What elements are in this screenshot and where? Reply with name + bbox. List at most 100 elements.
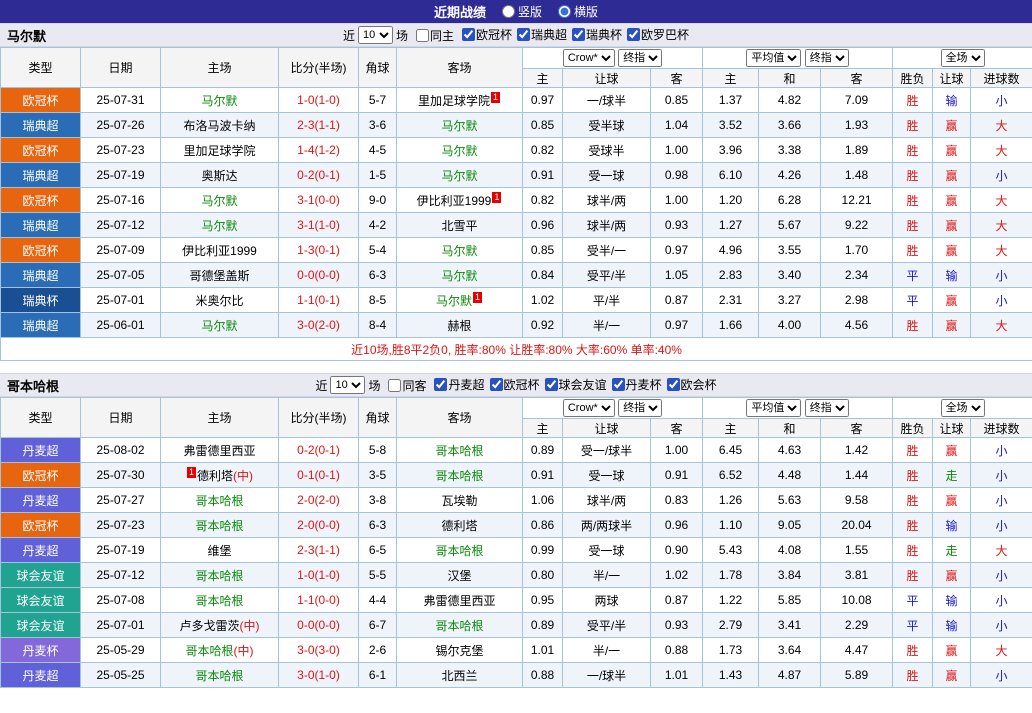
team-link[interactable]: 弗雷德里西亚	[183, 444, 255, 458]
team-link[interactable]: 马尔默	[441, 244, 477, 258]
team-link[interactable]: 哥本哈根	[435, 444, 483, 458]
home-team[interactable]: 米奥尔比	[161, 288, 279, 313]
away-team[interactable]: 哥本哈根	[397, 438, 523, 463]
score[interactable]: 0-2(0-1)	[279, 163, 359, 188]
team-link[interactable]: 马尔默	[201, 194, 237, 208]
away-team[interactable]: 汉堡	[397, 563, 523, 588]
team-link[interactable]: 赫根	[447, 319, 471, 333]
team-link[interactable]: 马尔默	[441, 144, 477, 158]
away-team[interactable]: 哥本哈根	[397, 538, 523, 563]
team-link[interactable]: 哥本哈根	[195, 594, 243, 608]
vertical-radio[interactable]	[502, 5, 515, 18]
layout-horizontal-option[interactable]: 横版	[558, 3, 598, 20]
home-team[interactable]: 哥本哈根	[161, 588, 279, 613]
team-link[interactable]: 马尔默	[441, 269, 477, 283]
asia-period-select[interactable]: 终指	[618, 49, 662, 67]
home-team[interactable]: 哥本哈根(中)	[161, 638, 279, 663]
team-link[interactable]: 伊比利亚1999	[182, 244, 257, 258]
score[interactable]: 0-1(0-1)	[279, 463, 359, 488]
score[interactable]: 0-0(0-0)	[279, 263, 359, 288]
home-team[interactable]: 哥本哈根	[161, 563, 279, 588]
home-team[interactable]: 哥德堡盖斯	[161, 263, 279, 288]
team-link[interactable]: 里加足球学院	[183, 144, 255, 158]
home-team[interactable]: 马尔默	[161, 88, 279, 113]
away-team[interactable]: 马尔默1	[397, 288, 523, 313]
away-team[interactable]: 北雪平	[397, 213, 523, 238]
home-team[interactable]: 维堡	[161, 538, 279, 563]
home-team[interactable]: 1德利塔(中)	[161, 463, 279, 488]
team-link[interactable]: 哥本哈根	[435, 544, 483, 558]
league-filter[interactable]: 球会友谊	[540, 376, 607, 393]
team-link[interactable]: 卢多戈雷茨	[179, 619, 239, 633]
away-team[interactable]: 马尔默	[397, 263, 523, 288]
team-link[interactable]: 哥本哈根	[195, 494, 243, 508]
asia-company-select[interactable]: Crow*	[563, 399, 615, 417]
away-team[interactable]: 马尔默	[397, 138, 523, 163]
away-team[interactable]: 哥本哈根	[397, 613, 523, 638]
league-filter[interactable]: 欧会杯	[662, 376, 717, 393]
layout-vertical-option[interactable]: 竖版	[502, 3, 542, 20]
team-link[interactable]: 瓦埃勒	[441, 494, 477, 508]
team-link[interactable]: 弗雷德里西亚	[423, 594, 495, 608]
team-link[interactable]: 布洛马波卡纳	[183, 119, 255, 133]
league-filter[interactable]: 丹麦杯	[607, 376, 662, 393]
league-filter[interactable]: 欧罗巴杯	[622, 26, 689, 43]
score[interactable]: 3-1(0-0)	[279, 188, 359, 213]
league-filter-checkbox[interactable]	[627, 28, 640, 41]
score[interactable]: 2-3(1-1)	[279, 538, 359, 563]
fulltime-select[interactable]: 全场	[941, 399, 985, 417]
score[interactable]: 2-0(2-0)	[279, 488, 359, 513]
league-filter-checkbox[interactable]	[612, 378, 625, 391]
same-venue-checkbox[interactable]	[416, 29, 429, 42]
match-count-select[interactable]: 10	[330, 376, 365, 394]
score[interactable]: 1-0(1-0)	[279, 88, 359, 113]
team-link[interactable]: 伊比利亚1999	[417, 194, 492, 208]
score[interactable]: 3-0(3-0)	[279, 638, 359, 663]
home-team[interactable]: 马尔默	[161, 313, 279, 338]
score[interactable]: 0-2(0-1)	[279, 438, 359, 463]
asia-period-select[interactable]: 终指	[618, 399, 662, 417]
match-count-select[interactable]: 10	[358, 26, 393, 44]
horizontal-radio[interactable]	[558, 5, 571, 18]
home-team[interactable]: 奥斯达	[161, 163, 279, 188]
fulltime-select[interactable]: 全场	[941, 49, 985, 67]
league-filter[interactable]: 瑞典超	[512, 26, 567, 43]
euro-period-select[interactable]: 终指	[805, 49, 849, 67]
league-filter-checkbox[interactable]	[572, 28, 585, 41]
away-team[interactable]: 瓦埃勒	[397, 488, 523, 513]
away-team[interactable]: 马尔默	[397, 163, 523, 188]
league-filter[interactable]: 瑞典杯	[567, 26, 622, 43]
same-venue-filter[interactable]: 同客	[383, 377, 426, 394]
home-team[interactable]: 弗雷德里西亚	[161, 438, 279, 463]
home-team[interactable]: 哥本哈根	[161, 663, 279, 688]
league-filter-checkbox[interactable]	[462, 28, 475, 41]
team-link[interactable]: 马尔默	[201, 94, 237, 108]
home-team[interactable]: 里加足球学院	[161, 138, 279, 163]
away-team[interactable]: 北西兰	[397, 663, 523, 688]
away-team[interactable]: 伊比利亚19991	[397, 188, 523, 213]
same-venue-filter[interactable]: 同主	[411, 27, 454, 44]
score[interactable]: 1-1(0-1)	[279, 288, 359, 313]
league-filter[interactable]: 丹麦超	[429, 376, 484, 393]
team-link[interactable]: 北雪平	[441, 219, 477, 233]
home-team[interactable]: 哥本哈根	[161, 513, 279, 538]
score[interactable]: 0-0(0-0)	[279, 613, 359, 638]
league-filter-checkbox[interactable]	[434, 378, 447, 391]
league-filter-checkbox[interactable]	[517, 28, 530, 41]
home-team[interactable]: 布洛马波卡纳	[161, 113, 279, 138]
league-filter-checkbox[interactable]	[490, 378, 503, 391]
score[interactable]: 1-3(0-1)	[279, 238, 359, 263]
home-team[interactable]: 哥本哈根	[161, 488, 279, 513]
away-team[interactable]: 马尔默	[397, 113, 523, 138]
team-link[interactable]: 奥斯达	[201, 169, 237, 183]
away-team[interactable]: 赫根	[397, 313, 523, 338]
away-team[interactable]: 马尔默	[397, 238, 523, 263]
away-team[interactable]: 锡尔克堡	[397, 638, 523, 663]
team-link[interactable]: 哥本哈根	[195, 519, 243, 533]
league-filter[interactable]: 欧冠杯	[485, 376, 540, 393]
team-link[interactable]: 马尔默	[436, 294, 472, 308]
score[interactable]: 3-1(1-0)	[279, 213, 359, 238]
team-link[interactable]: 米奥尔比	[195, 294, 243, 308]
score[interactable]: 1-0(1-0)	[279, 563, 359, 588]
team-link[interactable]: 马尔默	[441, 119, 477, 133]
